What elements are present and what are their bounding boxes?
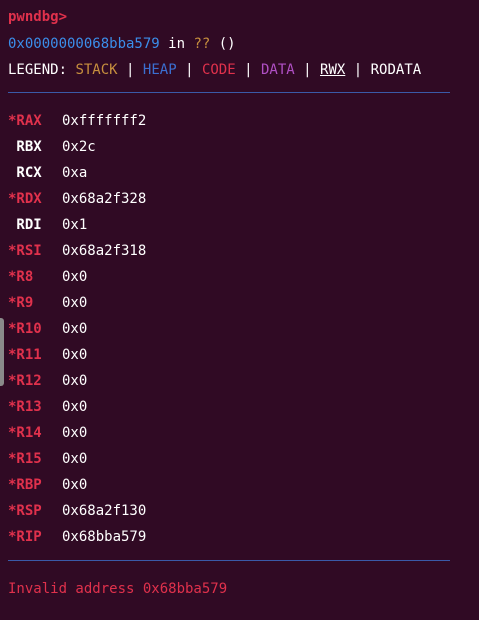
- register-name: *R10: [8, 321, 42, 337]
- register-value: 0x0: [62, 399, 88, 415]
- register-value: 0x2c: [62, 139, 96, 155]
- register-name: *R12: [8, 373, 42, 389]
- register-row: *RIP 0x68bba579: [8, 529, 308, 545]
- location-address: 0x0000000068bba579: [8, 36, 160, 52]
- legend-stack: STACK: [75, 62, 118, 78]
- register-name: *R8: [8, 269, 34, 285]
- legend-separator: |: [244, 62, 253, 78]
- register-row: *R10 0x0: [8, 321, 308, 337]
- register-name: RDI: [8, 217, 42, 233]
- register-row: RBX 0x2c: [8, 139, 308, 155]
- legend-separator: |: [126, 62, 135, 78]
- register-name: RCX: [8, 165, 42, 181]
- register-row: *RAX 0xfffffff2: [8, 113, 308, 129]
- register-row: *RDX 0x68a2f328: [8, 191, 308, 207]
- register-value: 0x68a2f130: [62, 503, 147, 519]
- register-row: *R14 0x0: [8, 425, 308, 441]
- legend: LEGEND: STACK | HEAP | CODE | DATA | RWX…: [8, 62, 421, 78]
- current-location: 0x0000000068bba579 in ?? (): [8, 36, 236, 52]
- section-divider-bottom: [8, 560, 450, 561]
- register-value: 0x0: [62, 477, 88, 493]
- register-row: *R13 0x0: [8, 399, 308, 415]
- register-name: *RDX: [8, 191, 42, 207]
- register-value: 0x0: [62, 295, 88, 311]
- register-row: *RBP 0x0: [8, 477, 308, 493]
- location-in-word: in: [168, 36, 186, 52]
- location-args: (): [218, 36, 236, 52]
- register-value: 0x0: [62, 425, 88, 441]
- register-value: 0x0: [62, 321, 88, 337]
- register-row: *R8 0x0: [8, 269, 308, 285]
- register-value: 0x0: [62, 373, 88, 389]
- location-symbol: ??: [193, 36, 211, 52]
- register-row: *R15 0x0: [8, 451, 308, 467]
- legend-separator: |: [185, 62, 194, 78]
- register-name: *RAX: [8, 113, 42, 129]
- register-name: *RIP: [8, 529, 42, 545]
- register-name: RBX: [8, 139, 42, 155]
- register-name: *R9: [8, 295, 34, 311]
- register-value: 0x68a2f318: [62, 243, 147, 259]
- register-row: RCX 0xa: [8, 165, 308, 181]
- register-value: 0x68bba579: [62, 529, 147, 545]
- legend-separator: |: [353, 62, 363, 78]
- legend-separator: |: [303, 62, 312, 78]
- register-value: 0x0: [62, 347, 88, 363]
- register-value: 0xfffffff2: [62, 113, 147, 129]
- register-name: *R15: [8, 451, 42, 467]
- register-row: *R11 0x0: [8, 347, 308, 363]
- register-name: *R11: [8, 347, 42, 363]
- register-name: *RSP: [8, 503, 42, 519]
- scrollbar-handle[interactable]: [0, 318, 4, 386]
- terminal-window[interactable]: pwndbg> 0x0000000068bba579 in ?? () LEGE…: [0, 0, 479, 620]
- legend-rodata: RODATA: [370, 62, 422, 78]
- legend-code: CODE: [201, 62, 236, 78]
- legend-data: DATA: [260, 62, 295, 78]
- legend-heap: HEAP: [142, 62, 177, 78]
- error-message: Invalid address 0x68bba579: [8, 581, 228, 597]
- register-row: RDI 0x1: [8, 217, 308, 233]
- register-row: *R9 0x0: [8, 295, 308, 311]
- register-name: *R13: [8, 399, 42, 415]
- register-name: *RBP: [8, 477, 42, 493]
- register-row: *RSI 0x68a2f318: [8, 243, 308, 259]
- legend-rwx: RWX: [320, 62, 346, 78]
- register-name: *RSI: [8, 243, 42, 259]
- register-value: 0xa: [62, 165, 88, 181]
- legend-label: LEGEND:: [8, 62, 68, 78]
- register-row: *RSP 0x68a2f130: [8, 503, 308, 519]
- register-value: 0x68a2f328: [62, 191, 147, 207]
- register-value: 0x1: [62, 217, 88, 233]
- register-row: *R12 0x0: [8, 373, 308, 389]
- gdb-prompt: pwndbg>: [8, 9, 68, 25]
- register-value: 0x0: [62, 451, 88, 467]
- register-value: 0x0: [62, 269, 88, 285]
- register-name: *R14: [8, 425, 42, 441]
- section-divider-top: [8, 92, 450, 93]
